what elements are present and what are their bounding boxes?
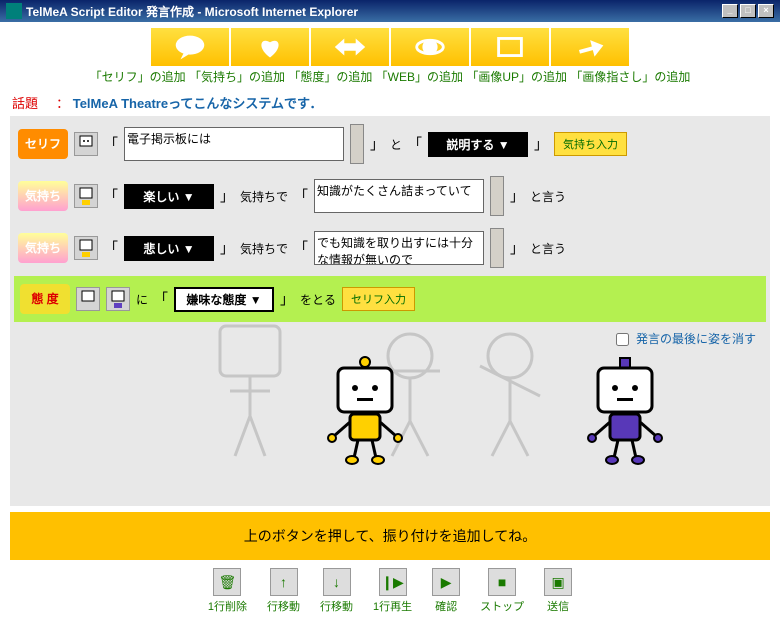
editor-area: セリフ 「 」 と 「 説明する ▼ 」 気持ち入力 気持ち 「 楽しい ▼ 」… xyxy=(10,116,770,506)
topic-label: 話題 xyxy=(12,96,38,111)
add-web-button[interactable] xyxy=(391,28,469,66)
scroll-handle[interactable] xyxy=(490,228,504,268)
add-kimochi-button[interactable] xyxy=(231,28,309,66)
serifu-input-button[interactable]: セリフ入力 xyxy=(342,287,415,311)
topic-row: 話題 ： TelMeA Theatreってこんなシステムです． xyxy=(12,93,770,112)
window-title: TelMeA Script Editor 発言作成 - Microsoft In… xyxy=(26,3,358,20)
avatar-icon[interactable] xyxy=(76,287,100,311)
feeling-select[interactable]: 悲しい ▼ xyxy=(124,236,214,261)
move-down-button[interactable]: ↓ xyxy=(323,568,351,596)
serifu-row: セリフ 「 」 と 「 説明する ▼ 」 気持ち入力 xyxy=(14,120,766,168)
taido-tag: 態 度 xyxy=(20,284,70,314)
action-select[interactable]: 説明する ▼ xyxy=(428,132,528,157)
avatar-icon[interactable] xyxy=(74,132,98,156)
avatar-icon[interactable] xyxy=(74,184,98,208)
feeling-select[interactable]: 楽しい ▼ xyxy=(124,184,214,209)
avatar-icon-2[interactable] xyxy=(106,287,130,311)
scroll-handle[interactable] xyxy=(490,176,504,216)
add-image-button[interactable] xyxy=(471,28,549,66)
add-point-button[interactable] xyxy=(551,28,629,66)
delete-line-button[interactable]: 🗑 xyxy=(213,568,241,596)
app-icon xyxy=(6,3,22,19)
preview-button[interactable]: ▶ xyxy=(432,568,460,596)
scroll-handle[interactable] xyxy=(350,124,364,164)
bottom-toolbar: 🗑1行削除 ↑行移動 ↓行移動 ❙▶1行再生 ▶確認 ■ストップ ▣送信 xyxy=(10,568,770,614)
action-toolbar xyxy=(10,28,770,66)
kimochi-tag: 気持ち xyxy=(18,233,68,263)
kimochi-row-2: 気持ち 「 悲しい ▼ 」 気持ちで 「 」 と言う xyxy=(14,224,766,272)
character-purple xyxy=(580,356,670,466)
window-titlebar: TelMeA Script Editor 発言作成 - Microsoft In… xyxy=(0,0,780,22)
maximize-button[interactable]: □ xyxy=(740,4,756,18)
avatar-icon[interactable] xyxy=(74,236,98,260)
move-up-button[interactable]: ↑ xyxy=(270,568,298,596)
stop-button[interactable]: ■ xyxy=(488,568,516,596)
serifu-tag: セリフ xyxy=(18,129,68,159)
serifu-text[interactable] xyxy=(124,127,344,161)
minimize-button[interactable]: _ xyxy=(722,4,738,18)
attitude-select[interactable]: 嫌味な態度 ▼ xyxy=(174,287,274,312)
feel-input-button[interactable]: 気持ち入力 xyxy=(554,132,627,156)
kimochi-row-1: 気持ち 「 楽しい ▼ 」 気持ちで 「 」 と言う xyxy=(14,172,766,220)
topic-text: TelMeA Theatreってこんなシステムです． xyxy=(73,96,323,111)
play-line-button[interactable]: ❙▶ xyxy=(379,568,407,596)
hide-after-checkbox[interactable] xyxy=(616,333,629,346)
send-button[interactable]: ▣ xyxy=(544,568,572,596)
close-button[interactable]: × xyxy=(758,4,774,18)
kimochi-text[interactable] xyxy=(314,231,484,265)
hint-bar: 上のボタンを押して、振り付けを追加してね。 xyxy=(10,512,770,560)
kimochi-text[interactable] xyxy=(314,179,484,213)
add-taido-button[interactable] xyxy=(311,28,389,66)
toolbar-labels: 「セリフ」の追加 「気持ち」の追加 「態度」の追加 「WEB」の追加 「画像UP… xyxy=(10,68,770,85)
character-yellow xyxy=(320,356,410,466)
kimochi-tag: 気持ち xyxy=(18,181,68,211)
add-serifu-button[interactable] xyxy=(151,28,229,66)
